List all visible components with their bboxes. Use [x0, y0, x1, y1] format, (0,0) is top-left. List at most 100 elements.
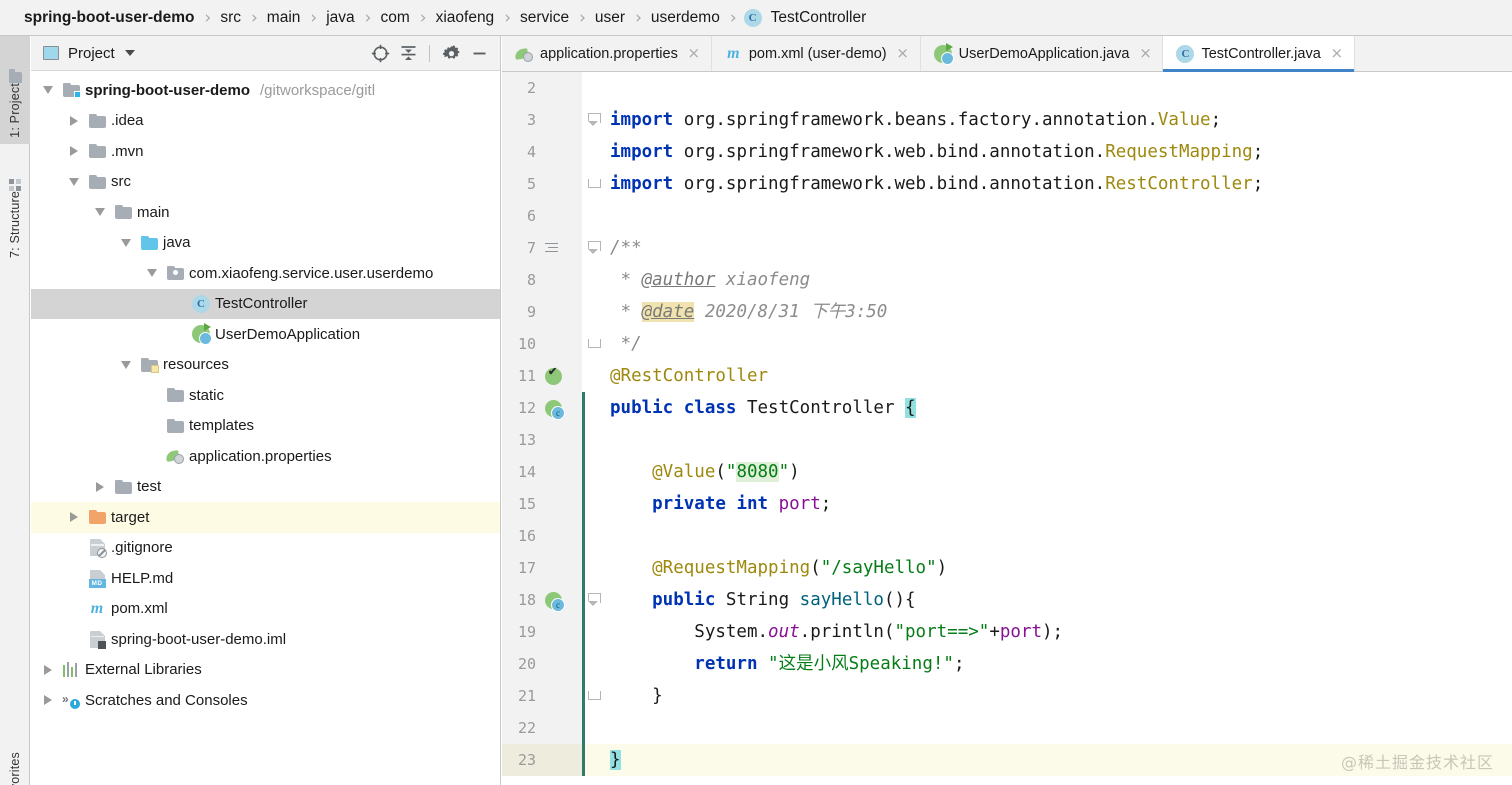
editor-gutter[interactable]: 22 — [502, 712, 582, 744]
tree-node[interactable]: application.properties — [31, 441, 500, 472]
chevron-down-icon[interactable] — [141, 269, 163, 278]
chevron-right-icon[interactable] — [63, 146, 85, 157]
editor-gutter[interactable]: 9 — [502, 296, 582, 328]
code-line[interactable]: 3 import org.springframework.beans.factor… — [502, 104, 1512, 136]
code-line[interactable]: 8 * @author xiaofeng — [502, 264, 1512, 296]
tool-window-button-favorites[interactable]: 2: Favorites — [0, 726, 30, 785]
chevron-right-icon[interactable] — [63, 115, 85, 126]
tree-node[interactable]: spring-boot-user-demo.iml — [31, 624, 500, 655]
chevron-down-icon[interactable] — [115, 238, 137, 247]
code-line[interactable]: 15 private int port; — [502, 488, 1512, 520]
close-icon[interactable]: × — [1138, 46, 1152, 61]
chevron-down-icon[interactable] — [63, 177, 85, 186]
editor-gutter[interactable]: 17 — [502, 552, 582, 584]
breadcrumb-item-testcontroller[interactable]: C TestController — [743, 8, 869, 27]
breadcrumb-item-xiaofeng[interactable]: xiaofeng — [434, 9, 497, 27]
code-line[interactable]: 4 import org.springframework.web.bind.ann… — [502, 136, 1512, 168]
breadcrumb-item-service[interactable]: service — [518, 9, 571, 27]
close-icon[interactable]: × — [896, 46, 910, 61]
chevron-down-icon[interactable] — [89, 208, 111, 217]
editor-gutter[interactable]: 18 — [502, 584, 582, 616]
minimize-icon[interactable] — [466, 40, 492, 66]
tool-window-button-project[interactable]: 1: Project — [0, 36, 30, 144]
code-line[interactable]: 10 */ — [502, 328, 1512, 360]
editor-gutter[interactable]: 6 — [502, 200, 582, 232]
code-line[interactable]: 17 @RequestMapping("/sayHello") — [502, 552, 1512, 584]
chevron-right-icon[interactable] — [37, 695, 59, 706]
editor-gutter[interactable]: 14 — [502, 456, 582, 488]
collapse-all-icon[interactable] — [395, 40, 421, 66]
code-line[interactable]: 20 return "这是小风Speaking!"; — [502, 648, 1512, 680]
tree-node[interactable]: com.xiaofeng.service.user.userdemo — [31, 258, 500, 289]
chevron-right-icon[interactable] — [37, 664, 59, 675]
editor-gutter[interactable]: 21 — [502, 680, 582, 712]
editor-gutter[interactable]: 11 — [502, 360, 582, 392]
tree-node[interactable]: m pom.xml — [31, 594, 500, 625]
tree-node[interactable]: templates — [31, 411, 500, 442]
editor-gutter[interactable]: 15 — [502, 488, 582, 520]
code-line[interactable]: 19 System.out.println("port==>"+port); — [502, 616, 1512, 648]
code-viewport[interactable]: 2 3 import org.springframework.beans.facto… — [502, 72, 1512, 785]
code-line[interactable]: 12 public class TestController { — [502, 392, 1512, 424]
editor-tab-userdemoapplication-java[interactable]: UserDemoApplication.java × — [921, 36, 1164, 71]
tree-node[interactable]: UserDemoApplication — [31, 319, 500, 350]
editor-gutter[interactable]: 16 — [502, 520, 582, 552]
editor-gutter[interactable]: 8 — [502, 264, 582, 296]
tree-node[interactable]: src — [31, 167, 500, 198]
editor-gutter[interactable]: 12 — [502, 392, 582, 424]
breadcrumb-item-spring-boot-user-demo[interactable]: spring-boot-user-demo — [22, 9, 197, 27]
tree-node[interactable]: java — [31, 228, 500, 259]
chevron-down-icon[interactable] — [37, 86, 59, 95]
code-line[interactable]: 18 public String sayHello(){ — [502, 584, 1512, 616]
tree-node[interactable]: MD HELP.md — [31, 563, 500, 594]
editor-gutter[interactable]: 19 — [502, 616, 582, 648]
close-icon[interactable]: × — [687, 46, 701, 61]
editor-gutter[interactable]: 20 — [502, 648, 582, 680]
chevron-down-icon[interactable] — [115, 360, 137, 369]
tree-node[interactable]: spring-boot-user-demo/gitworkspace/gitl — [31, 75, 500, 106]
fold-region-end-icon[interactable] — [582, 680, 604, 712]
code-line[interactable]: 16 — [502, 520, 1512, 552]
code-line[interactable]: 21 } — [502, 680, 1512, 712]
editor-gutter[interactable]: 13 — [502, 424, 582, 456]
fold-region-end-icon[interactable] — [582, 168, 604, 200]
tree-node[interactable]: » Scratches and Consoles — [31, 685, 500, 716]
code-line[interactable]: 5 import org.springframework.web.bind.ann… — [502, 168, 1512, 200]
editor-tab-pom-xml-user-demo-[interactable]: m pom.xml (user-demo) × — [712, 36, 921, 71]
code-line[interactable]: 2 — [502, 72, 1512, 104]
close-icon[interactable]: × — [1330, 46, 1344, 61]
code-line[interactable]: 6 — [502, 200, 1512, 232]
breadcrumb-item-main[interactable]: main — [265, 9, 303, 27]
code-line[interactable]: 13 — [502, 424, 1512, 456]
breadcrumb-item-java[interactable]: java — [324, 9, 356, 27]
tree-node[interactable]: .mvn — [31, 136, 500, 167]
editor-gutter[interactable]: 7 — [502, 232, 582, 264]
breadcrumb-item-userdemo[interactable]: userdemo — [649, 9, 722, 27]
fold-region-end-icon[interactable] — [582, 328, 604, 360]
chevron-right-icon[interactable] — [89, 481, 111, 492]
tree-node[interactable]: .idea — [31, 106, 500, 137]
project-tree[interactable]: spring-boot-user-demo/gitworkspace/gitl.… — [31, 71, 500, 716]
editor-gutter[interactable]: 3 — [502, 104, 582, 136]
breadcrumb-item-src[interactable]: src — [218, 9, 243, 27]
chevron-right-icon[interactable] — [63, 512, 85, 523]
breadcrumb-item-user[interactable]: user — [593, 9, 627, 27]
code-line[interactable]: 9 * @date 2020/8/31 下午3:50 — [502, 296, 1512, 328]
fold-region-start-icon[interactable] — [582, 104, 604, 136]
tree-node[interactable]: External Libraries — [31, 655, 500, 686]
code-line[interactable]: 22 — [502, 712, 1512, 744]
tree-node[interactable]: resources — [31, 350, 500, 381]
gear-icon[interactable] — [438, 40, 464, 66]
tree-node[interactable]: target — [31, 502, 500, 533]
code-line[interactable]: 23} — [502, 744, 1512, 776]
code-line[interactable]: 14 @Value("8080") — [502, 456, 1512, 488]
chevron-down-icon[interactable] — [124, 50, 135, 56]
code-line[interactable]: 11 @RestController — [502, 360, 1512, 392]
fold-region-start-icon[interactable] — [582, 584, 604, 616]
editor-tab-bar[interactable]: application.properties × m pom.xml (user-de… — [502, 36, 1512, 72]
editor-gutter[interactable]: 4 — [502, 136, 582, 168]
breadcrumb-item-com[interactable]: com — [378, 9, 411, 27]
editor-gutter[interactable]: 2 — [502, 72, 582, 104]
tree-node[interactable]: static — [31, 380, 500, 411]
code-line[interactable]: 7 /** — [502, 232, 1512, 264]
